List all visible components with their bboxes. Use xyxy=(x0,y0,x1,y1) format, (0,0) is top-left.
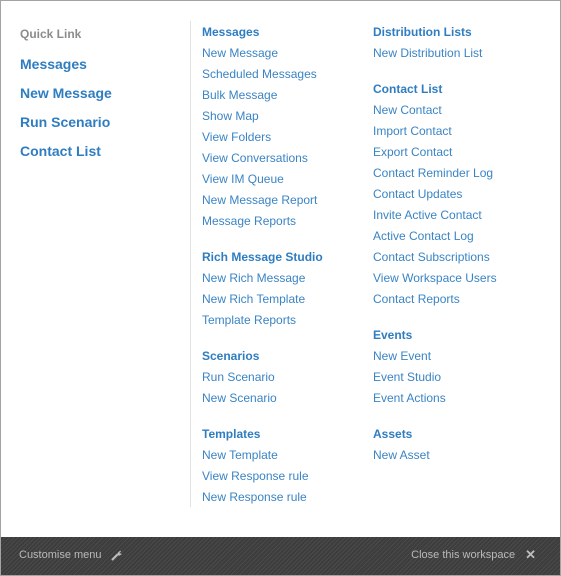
menu-link[interactable]: Contact Updates xyxy=(373,184,497,205)
menu-link[interactable]: Message Reports xyxy=(202,211,323,232)
menu-section-title: Assets xyxy=(373,427,413,441)
customise-menu-label: Customise menu xyxy=(19,549,102,561)
menu-link[interactable]: Invite Active Contact xyxy=(373,205,497,226)
menu-link[interactable]: Scheduled Messages xyxy=(202,64,323,85)
menu-link[interactable]: Contact Reports xyxy=(373,289,497,310)
menu-link[interactable]: Template Reports xyxy=(202,310,323,331)
menu-link[interactable]: Export Contact xyxy=(373,142,497,163)
menu-link[interactable]: New Template xyxy=(202,445,323,466)
close-workspace-button[interactable]: Close this workspace ✕ xyxy=(411,548,536,562)
menu-section: Templates New Template View Response rule N… xyxy=(202,424,323,508)
menu-section-title: Rich Message Studio xyxy=(202,250,323,264)
menu-section-title: Events xyxy=(373,328,413,342)
menu-link[interactable]: Run Scenario xyxy=(202,367,323,388)
menu-link[interactable]: View Conversations xyxy=(202,148,323,169)
menu-section-title: Contact List xyxy=(373,82,443,96)
menu-link[interactable]: New Message Report xyxy=(202,190,323,211)
menu-link[interactable]: Show Map xyxy=(202,106,323,127)
quick-link-section: Quick Link Messages New Message Run Scen… xyxy=(20,26,112,172)
workspace-menu-panel: Quick Link Messages New Message Run Scen… xyxy=(0,0,561,576)
menu-section: Contact List New Contact Import Contact Exp… xyxy=(373,79,497,310)
menu-column-2: Distribution Lists New Distribution List C… xyxy=(373,22,497,481)
menu-link[interactable]: View IM Queue xyxy=(202,169,323,190)
close-workspace-label: Close this workspace xyxy=(411,549,516,561)
menu-link[interactable]: Active Contact Log xyxy=(373,226,497,247)
menu-link[interactable]: New Rich Template xyxy=(202,289,323,310)
quick-link-new-message[interactable]: New Message xyxy=(20,85,112,101)
quick-link-contact-list[interactable]: Contact List xyxy=(20,143,112,159)
menu-link[interactable]: Event Actions xyxy=(373,388,497,409)
menu-link[interactable]: New Event xyxy=(373,346,497,367)
menu-link[interactable]: View Folders xyxy=(202,127,323,148)
menu-section: Messages New Message Scheduled Messages Bul… xyxy=(202,22,323,232)
menu-section-title: Templates xyxy=(202,427,261,441)
quick-link-run-scenario[interactable]: Run Scenario xyxy=(20,114,112,130)
menu-section: Events New Event Event Studio Event Actions xyxy=(373,325,497,409)
menu-link[interactable]: New Scenario xyxy=(202,388,323,409)
menu-section: Assets New Asset xyxy=(373,424,497,466)
wrench-icon xyxy=(111,549,123,561)
menu-section-title: Distribution Lists xyxy=(373,25,472,39)
menu-link[interactable]: New Rich Message xyxy=(202,268,323,289)
menu-section: Distribution Lists New Distribution List xyxy=(373,22,497,64)
menu-link[interactable]: View Response rule xyxy=(202,466,323,487)
menu-link[interactable]: New Distribution List xyxy=(373,43,497,64)
menu-link[interactable]: Contact Subscriptions xyxy=(373,247,497,268)
menu-link[interactable]: Contact Reminder Log xyxy=(373,163,497,184)
menu-link[interactable]: Event Studio xyxy=(373,367,497,388)
footer-bar: Customise menu Close this workspace ✕ xyxy=(1,537,560,575)
quick-link-title: Quick Link xyxy=(20,27,82,41)
column-divider xyxy=(190,21,191,507)
menu-link[interactable]: Bulk Message xyxy=(202,85,323,106)
quick-link-messages[interactable]: Messages xyxy=(20,56,112,72)
menu-section-title: Messages xyxy=(202,25,260,39)
menu-link[interactable]: New Asset xyxy=(373,445,497,466)
menu-link[interactable]: Import Contact xyxy=(373,121,497,142)
menu-link[interactable]: New Message xyxy=(202,43,323,64)
menu-section-title: Scenarios xyxy=(202,349,260,363)
menu-section: Rich Message Studio New Rich Message New R… xyxy=(202,247,323,331)
menu-section: Scenarios Run Scenario New Scenario xyxy=(202,346,323,409)
menu-column-1: Messages New Message Scheduled Messages Bul… xyxy=(202,22,323,523)
menu-link[interactable]: View Workspace Users xyxy=(373,268,497,289)
close-icon: ✕ xyxy=(525,547,536,562)
customise-menu-button[interactable]: Customise menu xyxy=(19,548,123,562)
menu-link[interactable]: New Contact xyxy=(373,100,497,121)
menu-link[interactable]: New Response rule xyxy=(202,487,323,508)
